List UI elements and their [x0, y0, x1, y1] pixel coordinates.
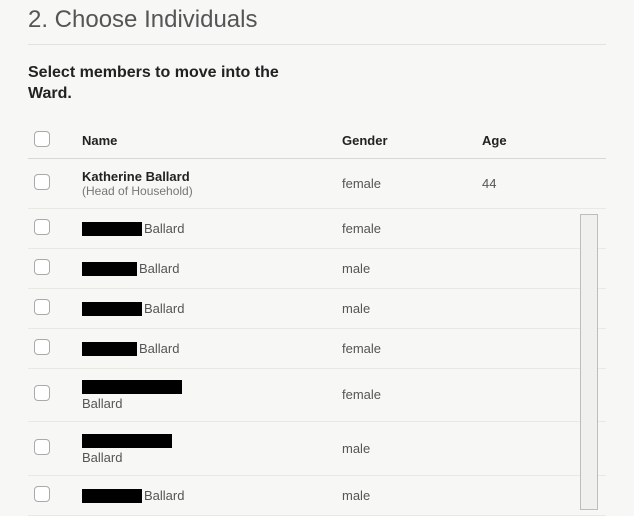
divider: [28, 44, 606, 45]
row-checkbox-cell: [28, 158, 76, 208]
row-checkbox-cell: [28, 248, 76, 288]
header-gender: Gender: [336, 123, 476, 159]
header-age: Age: [476, 123, 606, 159]
row-checkbox[interactable]: [34, 174, 50, 190]
member-surname: Ballard: [144, 488, 184, 503]
member-name: Katherine Ballard: [82, 169, 330, 184]
name-cell: Ballard: [76, 288, 336, 328]
row-checkbox-cell: [28, 208, 76, 248]
row-checkbox-cell: [28, 328, 76, 368]
member-surname: Ballard: [82, 396, 330, 411]
gender-cell: male: [336, 475, 476, 515]
name-cell: Ballard: [76, 475, 336, 515]
age-cell: 44: [476, 158, 606, 208]
table-header-row: Name Gender Age: [28, 123, 606, 159]
name-cell: Ballard: [76, 248, 336, 288]
row-checkbox[interactable]: [34, 339, 50, 355]
name-cell: Ballard: [76, 208, 336, 248]
members-table: Name Gender Age Katherine Ballard(Head o…: [28, 123, 606, 516]
gender-cell: female: [336, 208, 476, 248]
gender-cell: male: [336, 248, 476, 288]
member-subtitle: (Head of Household): [82, 184, 330, 198]
header-checkbox-cell: [28, 123, 76, 159]
table-row: Ballard female: [28, 368, 606, 422]
table-row: Ballard male: [28, 475, 606, 515]
redacted-first-name: [82, 489, 142, 503]
row-checkbox-cell: [28, 475, 76, 515]
table-row: Ballard male: [28, 288, 606, 328]
row-checkbox[interactable]: [34, 219, 50, 235]
member-surname: Ballard: [144, 221, 184, 236]
name-cell: Katherine Ballard(Head of Household): [76, 158, 336, 208]
row-checkbox-cell: [28, 288, 76, 328]
vertical-scrollbar[interactable]: [580, 214, 598, 510]
row-checkbox-cell: [28, 422, 76, 476]
gender-cell: male: [336, 422, 476, 476]
row-checkbox[interactable]: [34, 385, 50, 401]
member-surname: Ballard: [144, 301, 184, 316]
row-checkbox-cell: [28, 368, 76, 422]
table-row: Ballard female: [28, 328, 606, 368]
table-row: Ballard male: [28, 422, 606, 476]
member-surname: Ballard: [139, 341, 179, 356]
name-cell: Ballard: [76, 368, 336, 422]
member-surname: Ballard: [82, 450, 330, 465]
redacted-first-name: [82, 222, 142, 236]
gender-cell: female: [336, 328, 476, 368]
name-cell: Ballard: [76, 328, 336, 368]
row-checkbox[interactable]: [34, 259, 50, 275]
gender-cell: female: [336, 368, 476, 422]
gender-cell: female: [336, 158, 476, 208]
instruction-text: Select members to move into the Ward.: [28, 63, 288, 105]
name-cell: Ballard: [76, 422, 336, 476]
row-checkbox[interactable]: [34, 486, 50, 502]
table-row: Katherine Ballard(Head of Household)fema…: [28, 158, 606, 208]
member-surname: Ballard: [139, 261, 179, 276]
step-title: 2. Choose Individuals: [28, 6, 606, 34]
select-all-checkbox[interactable]: [34, 131, 50, 147]
redacted-first-name: [82, 342, 137, 356]
redacted-first-name: [82, 434, 172, 448]
table-row: Ballard male: [28, 248, 606, 288]
gender-cell: male: [336, 288, 476, 328]
redacted-first-name: [82, 302, 142, 316]
row-checkbox[interactable]: [34, 299, 50, 315]
row-checkbox[interactable]: [34, 439, 50, 455]
table-row: Ballard female: [28, 208, 606, 248]
header-name: Name: [76, 123, 336, 159]
redacted-first-name: [82, 262, 137, 276]
redacted-first-name: [82, 380, 182, 394]
